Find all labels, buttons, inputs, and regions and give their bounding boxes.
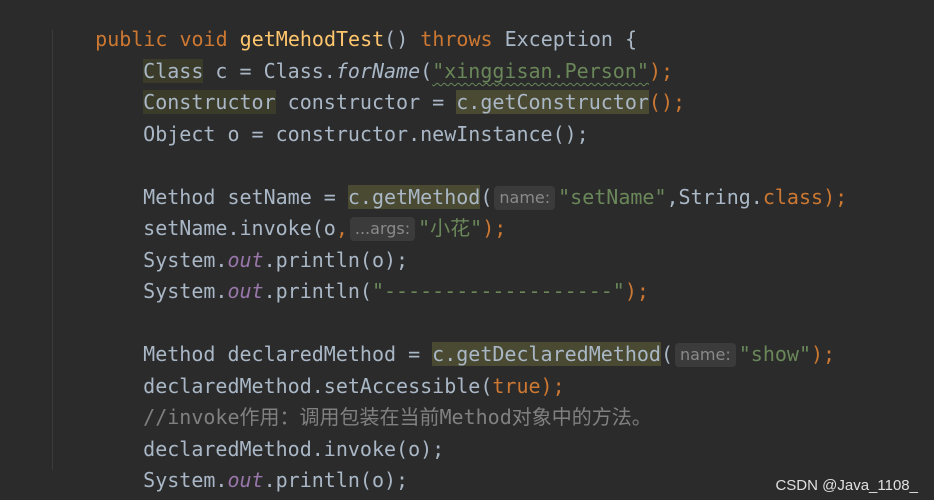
system-text: System. [143,468,228,492]
indent-guide [52,30,53,470]
code-line-new-instance[interactable]: Object o = constructor.newInstance(); [95,92,589,146]
code-line-get-declared-method[interactable]: Method declaredMethod = c.getDeclaredMet… [95,312,835,367]
string-class-text: ,String. [666,185,763,209]
code-line-get-method[interactable]: Method setName = c.getMethod(name: "setNa… [95,155,847,210]
code-line-println-o[interactable]: System.out.println(o); [95,218,408,272]
close-paren: ); [811,342,836,366]
code-line-class-forname[interactable]: Class c = Class.forName("xinggisan.Perso… [95,29,673,83]
code-line-closing-brace[interactable]: } [47,470,107,498]
println-text: .println(o); [263,468,409,492]
out-field: out [227,468,264,492]
println-text: .println( [263,279,372,303]
divider-string: "-------------------" [371,279,625,303]
code-line-invoke-declared[interactable]: declaredMethod.invoke(o); [95,407,444,461]
close-paren: ); [482,216,507,240]
out-field: out [227,279,264,303]
code-line-get-constructor[interactable]: Constructor constructor = c.getConstruct… [95,60,685,114]
code-line-set-accessible[interactable]: declaredMethod.setAccessible(true); [95,344,564,398]
method-name-string: "setName" [558,185,667,209]
parameter-hint: name: [674,343,736,367]
code-editor[interactable]: public void getMehodTest() throws Except… [0,0,934,500]
watermark: CSDN @Java_1108_ [775,477,918,494]
code-line-method-signature[interactable]: public void getMehodTest() throws Except… [47,0,637,51]
call-end: (); [648,90,686,114]
system-text: System. [143,279,228,303]
method-name-string: "show" [738,342,811,366]
argument-string: "小花" [418,216,483,240]
code-line-comment[interactable]: //invoke作用：调用包装在当前Method对象中的方法。 [95,375,652,429]
open-paren: ( [660,342,673,366]
close-paren: ); [823,185,848,209]
code-line-println-o[interactable]: System.out.println(o); [95,438,408,492]
new-instance-text: Object o = constructor.newInstance(); [143,122,589,146]
class-keyword: class [762,185,824,209]
close-paren: ); [624,279,649,303]
code-line-invoke-setname[interactable]: setName.invoke(o, ...args: "小花"); [95,186,506,241]
code-line-println-divider[interactable]: System.out.println("-------------------"… [95,249,649,303]
